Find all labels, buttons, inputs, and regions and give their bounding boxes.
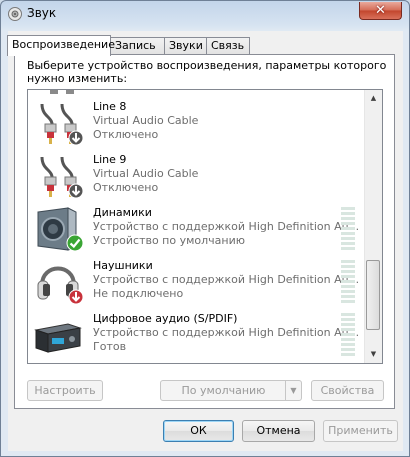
volume-meter	[341, 260, 355, 305]
down-arrow-badge-icon	[68, 130, 84, 146]
set-default-label: По умолчанию	[181, 384, 266, 397]
device-status: Отключено	[93, 181, 159, 194]
device-name: Наушники	[93, 259, 153, 272]
set-default-button[interactable]: По умолчанию ▼	[160, 380, 302, 401]
device-description: Virtual Audio Cable	[93, 167, 199, 180]
digital-audio-icon	[34, 323, 82, 353]
playback-tab-panel: Выберите устройство воспроизведения, пар…	[14, 54, 395, 409]
device-name: Цифровое аудио (S/PDIF)	[93, 312, 238, 325]
device-description: Устройство с поддержкой High Definition …	[93, 273, 360, 286]
green-check-badge-icon	[66, 234, 84, 252]
device-status: Устройство по умолчанию	[93, 234, 246, 247]
instruction-text: Выберите устройство воспроизведения, пар…	[27, 59, 387, 85]
device-status: Отключено	[93, 128, 159, 141]
properties-button[interactable]: Свойства	[311, 380, 384, 401]
scroll-down-button[interactable]: ▼	[365, 346, 382, 363]
device-description: Virtual Audio Cable	[93, 114, 199, 127]
list-item[interactable]: Наушники Устройство с поддержкой High De…	[28, 255, 366, 308]
ok-button[interactable]: ОК	[163, 420, 234, 442]
apply-button[interactable]: Применить	[323, 420, 398, 442]
red-down-arrow-badge-icon	[68, 289, 84, 305]
scroll-up-icon: ▲	[370, 94, 377, 102]
volume-meter	[341, 207, 355, 252]
device-description: Устройство с поддержкой High Definition …	[93, 326, 360, 339]
down-arrow-badge-icon	[68, 183, 84, 199]
device-status: Не подключено	[93, 287, 184, 300]
scroll-up-button[interactable]: ▲	[365, 90, 382, 107]
device-description: Устройство с поддержкой High Definition …	[93, 220, 360, 233]
tab-recording[interactable]: Запись	[110, 37, 165, 54]
close-button[interactable]: ✕	[359, 2, 402, 20]
speaker-title-icon	[8, 7, 22, 21]
chevron-down-icon: ▼	[290, 386, 297, 395]
title-bar[interactable]: Звук ✕	[1, 1, 409, 27]
list-item[interactable]: Line 8 Virtual Audio Cable Отключено	[28, 96, 366, 149]
scroll-down-icon: ▼	[370, 350, 377, 358]
window-title: Звук	[27, 6, 57, 20]
set-default-dropdown[interactable]: ▼	[285, 381, 301, 400]
tab-sounds[interactable]: Звуки	[164, 37, 207, 54]
device-status: Готов	[93, 340, 127, 353]
list-item[interactable]: Динамики Устройство с поддержкой High De…	[28, 202, 366, 255]
cable-plug-icon	[50, 90, 74, 94]
vertical-scrollbar[interactable]: ▲ ▼	[364, 90, 382, 363]
volume-meter	[341, 313, 355, 358]
tab-communications[interactable]: Связь	[206, 37, 250, 54]
close-icon: ✕	[375, 3, 386, 18]
tab-playback[interactable]: Воспроизведение	[7, 35, 115, 56]
device-name: Динамики	[93, 206, 152, 219]
list-item[interactable]: Line 9 Virtual Audio Cable Отключено	[28, 149, 366, 202]
configure-button[interactable]: Настроить	[27, 380, 103, 401]
playback-device-list[interactable]: Line 8 Virtual Audio Cable Отключено Lin…	[27, 89, 383, 364]
scroll-thumb[interactable]	[366, 260, 380, 330]
device-name: Line 8	[93, 100, 127, 113]
cancel-button[interactable]: Отмена	[242, 420, 315, 442]
list-item[interactable]: Цифровое аудио (S/PDIF) Устройство с под…	[28, 308, 366, 361]
device-name: Line 9	[93, 153, 127, 166]
